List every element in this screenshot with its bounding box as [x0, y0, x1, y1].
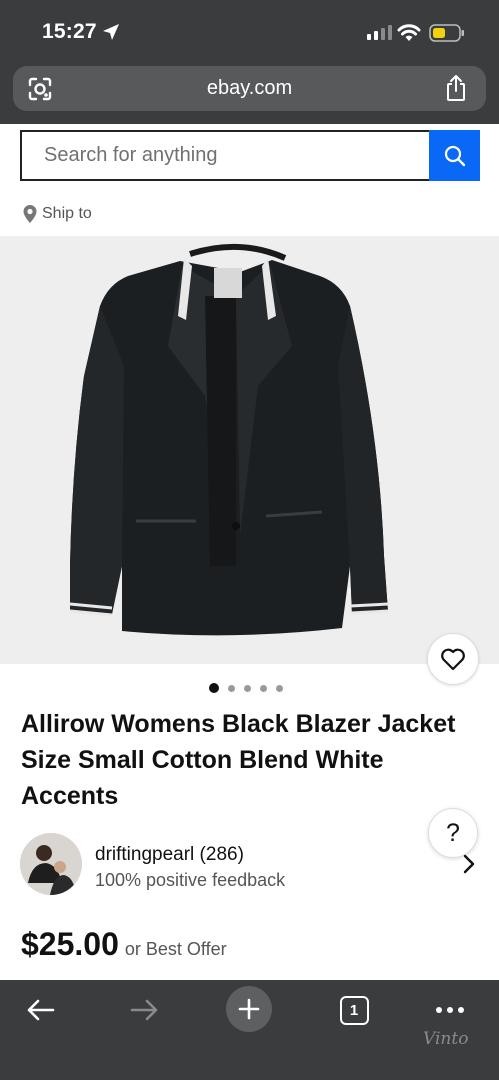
tabs-button[interactable]: 1 [338, 990, 370, 1030]
pagination-dot[interactable] [276, 684, 283, 692]
heart-icon [441, 648, 465, 671]
battery-icon [429, 24, 464, 42]
search-button[interactable] [429, 130, 480, 181]
search-icon [444, 145, 465, 166]
seller-card[interactable]: driftingpearl (286) 100% positive feedba… [20, 833, 480, 897]
location-arrow-icon [103, 24, 119, 40]
watch-button[interactable] [427, 633, 479, 685]
price-row: $25.00 or Best Offer [21, 926, 227, 963]
seller-name: driftingpearl (286) [95, 844, 244, 865]
best-offer-label: or Best Offer [124, 939, 227, 959]
plus-icon [238, 998, 260, 1020]
forward-button[interactable] [125, 990, 165, 1030]
chevron-right-icon [463, 854, 475, 874]
price: $25.00 [21, 926, 119, 962]
share-icon[interactable] [444, 74, 468, 102]
location-pin-icon [23, 205, 37, 223]
product-image[interactable] [0, 236, 499, 664]
url-text[interactable]: ebay.com [13, 77, 486, 100]
image-pagination [209, 683, 283, 693]
listing-title: Allirow Womens Black Blazer Jacket Size … [21, 710, 456, 810]
pagination-dot[interactable] [260, 684, 267, 692]
signal-icon [367, 25, 392, 40]
pagination-dot[interactable] [228, 684, 235, 692]
more-icon [436, 1007, 464, 1013]
forward-icon [130, 999, 158, 1021]
more-button[interactable] [433, 990, 467, 1030]
watermark: Vinto [423, 1029, 469, 1049]
back-button[interactable] [20, 990, 60, 1030]
seller-feedback: 100% positive feedback [95, 870, 286, 890]
tabs-icon: 1 [339, 995, 369, 1025]
back-icon [27, 999, 55, 1021]
ship-to-link[interactable]: Ship to [22, 204, 92, 224]
blazer-photo [69, 243, 389, 636]
wifi-icon [397, 24, 421, 41]
pagination-dot[interactable] [244, 684, 251, 692]
browser-chrome: 15:27 ebay.com [0, 0, 499, 124]
search-input[interactable] [22, 132, 429, 179]
status-time: 15:27 [42, 20, 97, 43]
pagination-dot[interactable] [209, 683, 219, 693]
search-bar [20, 130, 480, 181]
ship-to-label: Ship to [42, 205, 92, 222]
url-bar[interactable]: ebay.com [13, 66, 486, 111]
new-tab-button[interactable] [226, 986, 272, 1032]
avatar [20, 833, 82, 895]
